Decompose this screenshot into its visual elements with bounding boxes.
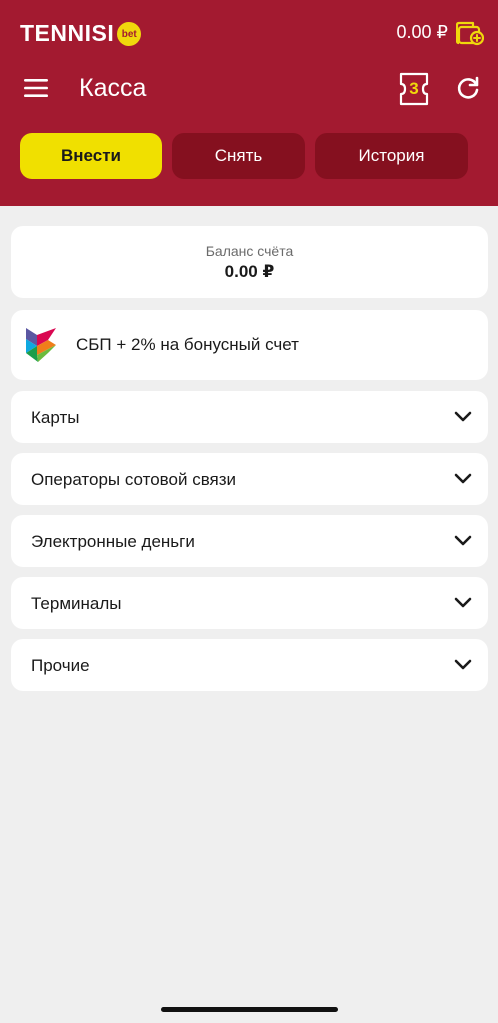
page-title: Касса	[79, 74, 147, 102]
chevron-down-icon	[454, 659, 472, 670]
chevron-down-icon	[454, 535, 472, 546]
sbp-logo-icon	[26, 328, 56, 362]
payment-group-label: Карты	[31, 408, 80, 427]
payment-group-e-money[interactable]: Электронные деньги	[11, 515, 488, 567]
payment-group-terminals[interactable]: Терминалы	[11, 577, 488, 629]
tab-deposit[interactable]: Внести	[20, 133, 162, 179]
payment-group-label: Операторы сотовой связи	[31, 470, 237, 489]
app-header: TENNISI bet 0.00 ₽ Касса 3 Внести Снять …	[0, 0, 498, 206]
sbp-label: СБП + 2% на бонусный счет	[76, 335, 299, 354]
ticket-icon[interactable]: 3	[397, 72, 431, 106]
account-balance-card: Баланс счёта 0.00 ₽	[11, 226, 488, 298]
chevron-down-icon	[454, 411, 472, 422]
header-balance[interactable]: 0.00 ₽	[396, 18, 484, 46]
payment-group-label: Терминалы	[31, 594, 122, 613]
header-balance-amount: 0.00 ₽	[396, 21, 449, 42]
brand-name: TENNISI	[20, 19, 115, 46]
brand-logo[interactable]: TENNISI bet	[20, 18, 142, 48]
refresh-icon[interactable]	[455, 75, 481, 101]
payment-group-mobile-operators[interactable]: Операторы сотовой связи	[11, 453, 488, 505]
payment-group-label: Прочие	[31, 656, 90, 675]
tab-history[interactable]: История	[315, 133, 468, 179]
account-balance-label: Баланс счёта	[205, 243, 294, 259]
sbp-payment-option[interactable]: СБП + 2% на бонусный счет	[11, 310, 488, 380]
tab-withdraw[interactable]: Снять	[172, 133, 305, 179]
payment-group-cards[interactable]: Карты	[11, 391, 488, 443]
home-indicator[interactable]	[161, 1007, 338, 1012]
menu-icon[interactable]	[24, 78, 48, 98]
brand-badge: bet	[117, 22, 142, 46]
bet-slip-count: 3	[409, 79, 419, 98]
payment-group-other[interactable]: Прочие	[11, 639, 488, 691]
chevron-down-icon	[454, 597, 472, 608]
account-balance-value: 0.00 ₽	[224, 262, 275, 281]
wallet-icon[interactable]	[456, 18, 484, 46]
chevron-down-icon	[454, 473, 472, 484]
payment-group-label: Электронные деньги	[31, 532, 195, 551]
